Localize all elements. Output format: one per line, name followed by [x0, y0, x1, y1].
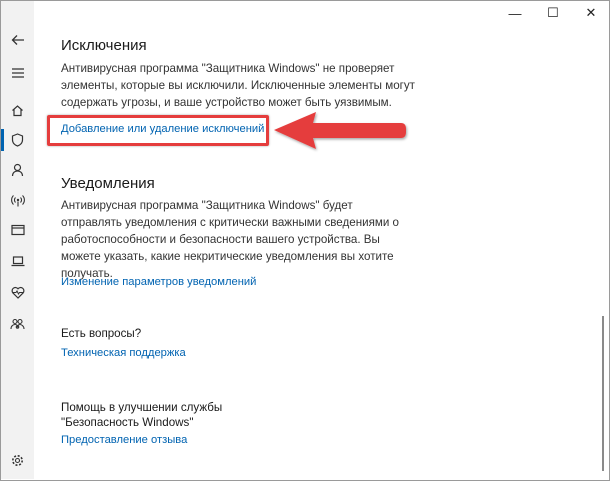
- back-button[interactable]: [1, 29, 34, 51]
- maximize-button[interactable]: ☐: [534, 0, 572, 26]
- sidebar-item-home[interactable]: [1, 99, 34, 121]
- annotation-arrow: [274, 112, 406, 149]
- scrollbar[interactable]: [602, 316, 604, 471]
- settings-button[interactable]: [1, 449, 34, 471]
- menu-button[interactable]: [1, 62, 34, 84]
- wireless-icon: [10, 194, 25, 206]
- tech-support-link[interactable]: Техническая поддержка: [61, 347, 186, 359]
- title-bar: — ☐ ✕: [496, 0, 610, 26]
- minimize-button[interactable]: —: [496, 0, 534, 26]
- gear-icon: [12, 454, 23, 466]
- sidebar: [1, 1, 34, 479]
- sidebar-item-virus-protection[interactable]: [1, 129, 34, 151]
- family-icon: [10, 318, 25, 329]
- questions-title: Есть вопросы?: [61, 327, 142, 340]
- sidebar-item-device-health[interactable]: [1, 281, 34, 303]
- browser-window-icon: [10, 224, 25, 236]
- feedback-link[interactable]: Предоставление отзыва: [61, 434, 187, 446]
- back-arrow-icon: [11, 35, 24, 45]
- heart-pulse-icon: [11, 286, 24, 299]
- sidebar-item-app-browser[interactable]: [1, 219, 34, 241]
- exclusions-title: Исключения: [61, 37, 147, 54]
- sidebar-item-firewall[interactable]: [1, 189, 34, 211]
- exclusions-description: Антивирусная программа "Защитника Window…: [61, 62, 415, 109]
- home-icon: [12, 104, 23, 116]
- close-button[interactable]: ✕: [572, 0, 610, 26]
- sidebar-item-family[interactable]: [1, 313, 34, 335]
- shield-icon: [11, 133, 24, 147]
- sidebar-item-device-security[interactable]: [1, 250, 34, 272]
- notifications-title: Уведомления: [61, 175, 155, 192]
- annotation-highlight-box: [47, 115, 269, 146]
- change-notification-settings-link[interactable]: Изменение параметров уведомлений: [61, 276, 256, 288]
- laptop-icon: [11, 256, 24, 267]
- notifications-description: Антивирусная программа "Защитника Window…: [61, 199, 399, 280]
- sidebar-item-account[interactable]: [1, 159, 34, 181]
- hamburger-menu-icon: [11, 68, 24, 78]
- improve-title-line2: "Безопасность Windows": [61, 416, 194, 429]
- person-icon: [11, 163, 24, 177]
